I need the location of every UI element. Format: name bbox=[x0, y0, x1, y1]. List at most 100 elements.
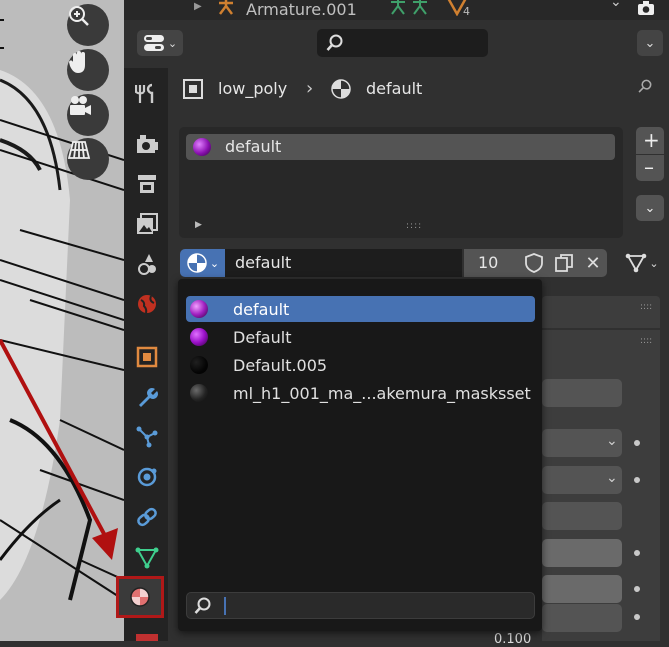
grid-ortho-icon[interactable] bbox=[67, 138, 109, 180]
world-tab-icon[interactable] bbox=[132, 289, 162, 319]
slot-specials-button[interactable]: ⌄ bbox=[636, 195, 664, 221]
surface-field[interactable] bbox=[542, 379, 622, 407]
slot-add-remove: + – bbox=[636, 127, 664, 181]
properties-header: ⌄ ⌄ bbox=[124, 20, 669, 68]
remove-slot-icon[interactable]: – bbox=[644, 155, 654, 179]
user-count-button[interactable]: 10 bbox=[464, 249, 519, 277]
chevron-down-icon: ⌄ bbox=[649, 256, 659, 270]
search-icon bbox=[194, 597, 211, 614]
keyframe-dot[interactable] bbox=[634, 550, 640, 556]
scene-tab-icon[interactable] bbox=[132, 249, 162, 279]
material-icon bbox=[330, 78, 352, 104]
render-tab-icon[interactable] bbox=[132, 129, 162, 159]
options-chevron-button[interactable]: ⌄ bbox=[637, 30, 663, 56]
subsurface-field[interactable] bbox=[542, 502, 622, 530]
material-item-label: Default.005 bbox=[233, 355, 328, 375]
user-count: 4 bbox=[463, 5, 470, 18]
camera-icon[interactable] bbox=[67, 94, 109, 136]
material-item[interactable]: Default bbox=[186, 324, 535, 350]
duplicate-material-button[interactable] bbox=[549, 249, 579, 277]
drag-grip-icon[interactable]: :::: bbox=[640, 302, 652, 312]
render-camera-icon[interactable] bbox=[637, 0, 655, 20]
subsurface-value-field[interactable] bbox=[542, 575, 622, 603]
pin-icon[interactable]: ⚲ bbox=[633, 74, 657, 98]
search-field[interactable] bbox=[317, 29, 488, 57]
editor-type-button[interactable]: ⌄ bbox=[137, 30, 183, 56]
material-item[interactable]: default bbox=[186, 296, 535, 322]
material-sphere-icon bbox=[190, 300, 208, 318]
material-slot-row[interactable]: default bbox=[186, 134, 615, 160]
link-data-button[interactable]: ⌄ bbox=[619, 249, 665, 277]
duplicate-icon bbox=[555, 254, 573, 272]
radius-field[interactable] bbox=[542, 604, 622, 632]
add-slot-icon[interactable]: + bbox=[643, 128, 660, 152]
tool-tab-icon[interactable] bbox=[132, 79, 162, 109]
keyframe-dot[interactable] bbox=[634, 586, 640, 592]
expand-arrow-icon[interactable]: ▶ bbox=[194, 1, 202, 12]
object-tab-icon[interactable] bbox=[132, 342, 162, 372]
material-item[interactable]: Default.005 bbox=[186, 352, 535, 378]
chevron-right-icon: › bbox=[306, 78, 314, 99]
keyframe-dot[interactable] bbox=[634, 440, 640, 446]
constraints-tab-icon[interactable] bbox=[132, 502, 162, 532]
material-name-value[interactable]: default bbox=[235, 253, 291, 272]
material-tab-icon bbox=[130, 587, 150, 607]
material-name-field[interactable]: default bbox=[225, 249, 462, 277]
material-browse-icon bbox=[187, 253, 207, 273]
shield-icon bbox=[525, 253, 543, 273]
surface-dropdown[interactable]: ⌄ bbox=[542, 429, 622, 457]
material-item-label: Default bbox=[233, 327, 292, 347]
chevron-down-icon: ⌄ bbox=[209, 256, 220, 270]
browse-material-button[interactable]: ⌄ bbox=[180, 249, 225, 277]
keyframe-dot[interactable] bbox=[634, 614, 640, 620]
3d-viewport[interactable] bbox=[0, 0, 124, 641]
breadcrumb-object: low_poly bbox=[218, 79, 288, 98]
material-sphere-icon bbox=[190, 356, 208, 374]
material-sphere-icon bbox=[190, 384, 208, 402]
material-item-label: default bbox=[233, 299, 290, 319]
armature-icon bbox=[216, 0, 236, 20]
physics-tab-icon[interactable] bbox=[132, 462, 162, 492]
output-tab-icon[interactable] bbox=[132, 169, 162, 199]
chevron-down-icon[interactable]: ⌄ bbox=[610, 0, 622, 10]
material-slot-list[interactable]: default ▶ :::: bbox=[179, 127, 623, 238]
material-browse-popup: default Default Default.005 ml_h1_001_ma… bbox=[178, 279, 542, 631]
material-sphere-icon bbox=[190, 328, 208, 346]
breadcrumb-material: default bbox=[366, 79, 423, 98]
view-layer-tab-icon[interactable] bbox=[132, 209, 162, 239]
fake-user-button[interactable] bbox=[519, 249, 549, 277]
outliner-item-label[interactable]: Armature.001 bbox=[246, 0, 357, 19]
base-color-field[interactable] bbox=[542, 539, 622, 567]
chevron-down-icon: ⌄ bbox=[606, 433, 618, 449]
expand-arrow-icon[interactable]: ▶ bbox=[195, 220, 202, 230]
zoom-icon[interactable] bbox=[67, 4, 109, 46]
particles-tab-icon[interactable] bbox=[132, 422, 162, 452]
material-sphere-icon bbox=[193, 138, 211, 156]
pose-icon bbox=[388, 0, 434, 20]
popup-search-field[interactable] bbox=[186, 592, 535, 619]
pan-hand-icon[interactable] bbox=[67, 49, 109, 91]
user-count-value: 10 bbox=[478, 253, 499, 272]
data-tab-icon[interactable] bbox=[132, 542, 162, 572]
text-cursor bbox=[224, 597, 226, 615]
search-icon bbox=[326, 34, 343, 51]
viewport-scene bbox=[0, 0, 124, 641]
unlink-material-button[interactable]: ✕ bbox=[579, 249, 607, 277]
distribution-dropdown[interactable]: ⌄ bbox=[542, 466, 622, 494]
keyframe-dot[interactable] bbox=[634, 477, 640, 483]
value-field[interactable]: 0.100 bbox=[494, 632, 531, 647]
link-data-icon bbox=[626, 253, 647, 273]
material-tab[interactable] bbox=[116, 576, 164, 618]
material-item[interactable]: ml_h1_001_ma_...akemura_masksset bbox=[186, 380, 535, 406]
object-data-icon bbox=[182, 78, 204, 104]
slot-name: default bbox=[225, 137, 282, 156]
drag-grip-icon[interactable]: :::: bbox=[640, 336, 652, 346]
material-item-label: ml_h1_001_ma_...akemura_masksset bbox=[233, 383, 531, 403]
properties-tab-column bbox=[116, 68, 168, 641]
outliner-strip: ▶ Armature.001 4 ⌄ bbox=[124, 0, 669, 20]
modifier-tab-icon[interactable] bbox=[132, 382, 162, 412]
panel-header[interactable]: :::: bbox=[542, 296, 660, 328]
chevron-down-icon: ⌄ bbox=[167, 36, 178, 50]
texture-tab-icon[interactable] bbox=[136, 634, 158, 641]
resize-grip-icon[interactable]: :::: bbox=[406, 221, 422, 231]
